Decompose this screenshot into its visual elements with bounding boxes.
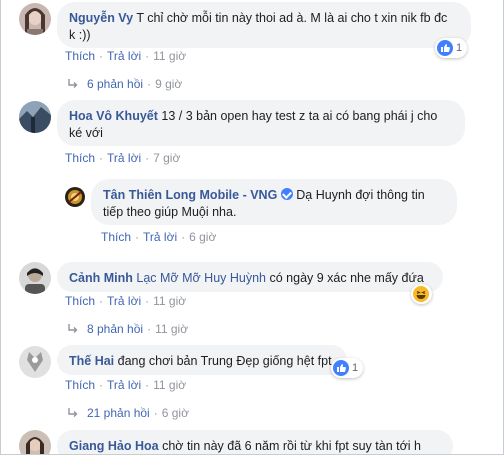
comment-time[interactable]: 11 giờ	[153, 378, 186, 392]
comment-time[interactable]: 11 giờ	[153, 294, 186, 308]
avatar[interactable]	[19, 430, 51, 454]
like-link[interactable]: Thích	[65, 294, 95, 308]
comment-actions: Thích · Trả lời · 11 giờ	[65, 294, 187, 308]
replies-time: 6 giờ	[161, 406, 189, 420]
comment-author[interactable]: Thế Hai	[69, 354, 114, 368]
reply-link[interactable]: Trả lời	[143, 230, 177, 244]
reaction-number: 1	[352, 362, 359, 374]
comment-thread: Nguyễn Vy T chỉ chờ mỗi tin này thoi ad …	[0, 0, 504, 455]
comment-text: tiếp theo giúp Muội nha.	[103, 205, 237, 219]
comment-author[interactable]: Tân Thiên Long Mobile - VNG	[103, 188, 277, 202]
reply-arrow-icon	[68, 408, 78, 417]
avatar[interactable]	[19, 262, 51, 294]
reaction-count[interactable]: 1	[331, 358, 364, 378]
comment-actions: Thích · Trả lời · 6 giờ	[101, 230, 217, 244]
replies-count[interactable]: 21 phản hồi	[87, 406, 150, 420]
replies-time: 9 giờ	[155, 77, 183, 91]
comment-text: k :))	[69, 28, 91, 42]
comment-actions: Thích · Trả lời · 7 giờ	[65, 151, 181, 165]
comment-text: đang chơi bản Trung Đẹp giống hệt fpt	[117, 354, 332, 368]
comment-author[interactable]: Giang Hảo Hoa	[69, 439, 159, 453]
avatar[interactable]	[65, 187, 85, 207]
reply-link[interactable]: Trả lời	[107, 294, 141, 308]
laugh-icon	[413, 286, 429, 302]
like-link[interactable]: Thích	[65, 49, 95, 63]
like-link[interactable]: Thích	[65, 378, 95, 392]
comment-author[interactable]: Cảnh Minh	[69, 271, 133, 285]
comment-text: Dạ Huynh đợi thông tin	[296, 188, 425, 202]
avatar[interactable]	[19, 101, 51, 133]
like-icon	[333, 360, 349, 376]
comment-author[interactable]: Hoa Vô Khuyết	[69, 109, 158, 123]
reply-link[interactable]: Trả lời	[107, 378, 141, 392]
avatar[interactable]	[19, 346, 51, 378]
reply-link[interactable]: Trả lời	[107, 49, 141, 63]
reply-arrow-icon	[68, 324, 78, 333]
view-replies-link[interactable]: 21 phản hồi · 6 giờ	[67, 406, 189, 420]
reaction-count[interactable]: 1	[435, 38, 468, 58]
comment-bubble: Nguyễn Vy T chỉ chờ mỗi tin này thoi ad …	[57, 2, 471, 48]
verified-badge-icon	[280, 188, 293, 200]
comment-actions: Thích · Trả lời · 11 giờ	[65, 378, 187, 392]
comment-text: có ngày 9 xác nhe mấy đứa	[269, 271, 424, 285]
replies-time: 11 giờ	[155, 322, 189, 336]
view-replies-link[interactable]: 6 phản hồi · 9 giờ	[67, 77, 182, 91]
reaction-count[interactable]	[411, 284, 432, 304]
reply-link[interactable]: Trả lời	[107, 151, 141, 165]
replies-count[interactable]: 6 phản hồi	[87, 77, 143, 91]
comment-time[interactable]: 7 giờ	[153, 151, 180, 165]
comment-author[interactable]: Nguyễn Vy	[69, 11, 133, 25]
comment-text: chờ tin này đã 6 năm rồi từ khi fpt suy …	[162, 439, 421, 453]
like-icon	[437, 40, 453, 56]
comment-text: ké với	[69, 126, 103, 140]
comment-bubble: Cảnh Minh Lạc Mỡ Mỡ Huy Huỳnh có ngày 9 …	[57, 262, 443, 292]
reply-arrow-icon	[68, 79, 78, 88]
replies-count[interactable]: 8 phản hồi	[87, 322, 143, 336]
like-link[interactable]: Thích	[65, 151, 95, 165]
comment-bubble: Giang Hảo Hoa chờ tin này đã 6 năm rồi t…	[57, 430, 453, 454]
comment-actions: Thích · Trả lời · 11 giờ	[65, 49, 187, 63]
avatar[interactable]	[19, 3, 51, 35]
comment-time[interactable]: 11 giờ	[153, 49, 186, 63]
comment-bubble: Tân Thiên Long Mobile - VNG Dạ Huynh đợi…	[91, 179, 457, 225]
comment-bubble: Thế Hai đang chơi bản Trung Đẹp giống hệ…	[57, 345, 347, 375]
comment-bubble: Hoa Vô Khuyết 13 / 3 bản open hay test z…	[57, 100, 465, 146]
comment-time[interactable]: 6 giờ	[189, 230, 216, 244]
comment-text: 13 / 3 bản open hay test z ta ai có bang…	[161, 109, 438, 123]
view-replies-link[interactable]: 8 phản hồi · 11 giờ	[67, 322, 188, 336]
mention-link[interactable]: Lạc Mỡ Mỡ Huy Huỳnh	[136, 271, 266, 285]
reaction-number: 1	[456, 42, 463, 54]
comment-text: T chỉ chờ mỗi tin này thoi ad à. M là ai…	[136, 11, 448, 25]
like-link[interactable]: Thích	[101, 230, 131, 244]
